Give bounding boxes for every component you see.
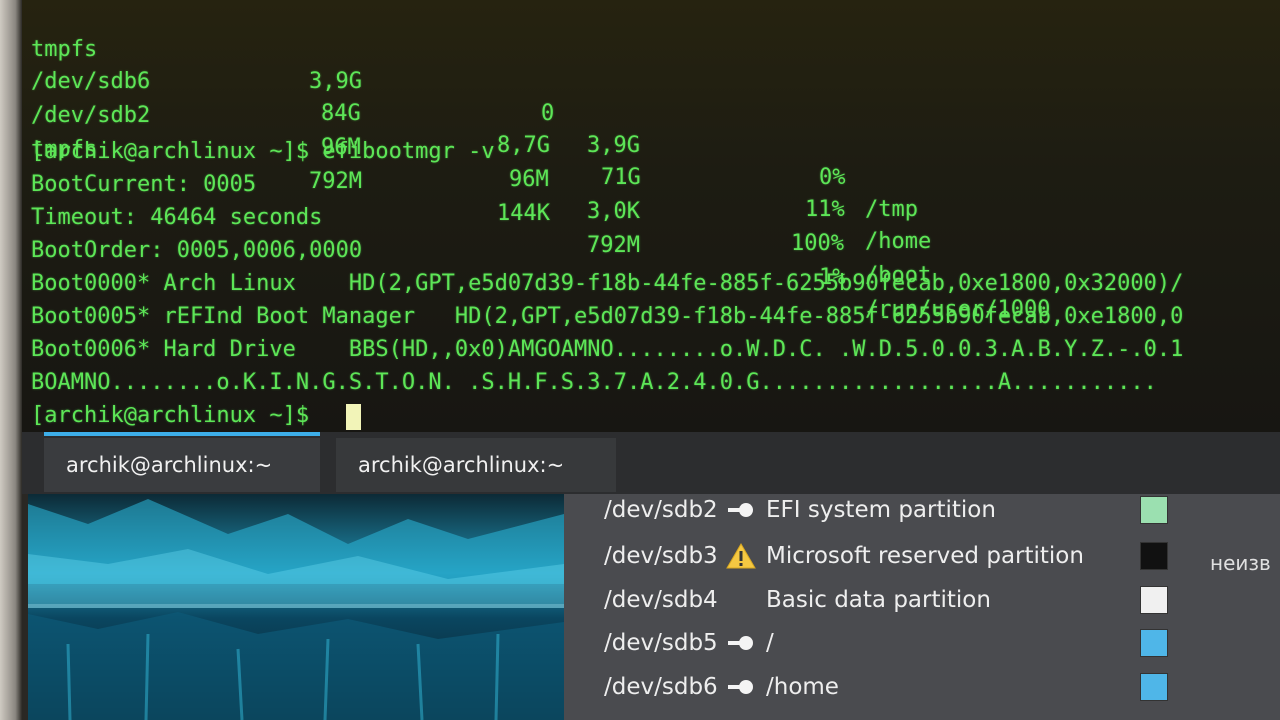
tab-archik-1[interactable]: archik@archlinux:~ (44, 438, 320, 492)
partition-label: Basic data partition (766, 587, 991, 613)
df-used: 0 (541, 101, 555, 126)
partition-color-swatch (1140, 586, 1168, 614)
partition-label: Microsoft reserved partition (766, 543, 1084, 569)
partition-label: /home (766, 674, 839, 700)
partition-row[interactable]: /dev/sdb5 / (564, 623, 1280, 663)
partition-label: / (766, 630, 774, 656)
partition-status-text: неизв (1210, 551, 1271, 575)
key-icon (726, 673, 756, 701)
monitor-bezel (0, 0, 22, 720)
output-line: BOAMNO........o.K.I.N.G.S.T.O.N. .S.H.F.… (31, 370, 1157, 395)
output-line: Timeout: 46464 seconds (31, 205, 323, 230)
df-used: 144K (497, 201, 550, 226)
key-icon (726, 629, 756, 657)
partition-device: /dev/sdb6 (604, 674, 718, 700)
terminal-output[interactable]: tmpfs 3,9G 0 3,9G 0% /tmp /dev/sdb6 84G … (22, 0, 1280, 432)
df-size: 792M (309, 169, 362, 194)
partition-device: /dev/sdb5 (604, 630, 718, 656)
partition-device: /dev/sdb3 (604, 543, 718, 569)
partition-color-swatch (1140, 542, 1168, 570)
df-use: 11% (805, 197, 845, 222)
partition-row[interactable]: /dev/sdb6 /home (564, 667, 1280, 707)
warning-icon (726, 542, 756, 570)
df-used: 8,7G (497, 133, 550, 158)
df-used: 96M (509, 167, 549, 192)
partition-device: /dev/sdb4 (604, 587, 718, 613)
df-avail: 792M (587, 233, 640, 258)
output-line: Boot0006* Hard Drive BBS(HD,,0x0)AMGOAMN… (31, 337, 1184, 362)
tab-archik-2[interactable]: archik@archlinux:~ (336, 438, 616, 492)
partition-color-swatch (1140, 673, 1168, 701)
terminal-tab-bar: archik@archlinux:~ archik@archlinux:~ (22, 432, 1280, 494)
command-line: [archik@archlinux ~]$ efibootmgr -v (31, 139, 495, 164)
output-line: Boot0000* Arch Linux HD(2,GPT,e5d07d39-f… (31, 271, 1184, 296)
partition-row[interactable]: /dev/sdb2 EFI system partition (564, 494, 1280, 530)
partition-manager-panel: /dev/sdb2 EFI system partition /dev/sdb3… (564, 494, 1280, 720)
df-mount: /home (865, 229, 932, 254)
active-tab-indicator (44, 432, 320, 436)
text-cursor (346, 404, 361, 430)
df-avail: 3,9G (587, 133, 640, 158)
output-line: Boot0005* rEFInd Boot Manager HD(2,GPT,e… (31, 304, 1184, 329)
df-use: 100% (791, 231, 844, 256)
df-mount: /tmp (865, 197, 918, 222)
output-line: BootCurrent: 0005 (31, 172, 257, 197)
df-size: 3,9G (309, 69, 362, 94)
desktop-wallpaper (28, 494, 564, 720)
df-avail: 71G (601, 165, 641, 190)
prompt-line[interactable]: [archik@archlinux ~]$ (31, 400, 322, 432)
df-use: 0% (819, 165, 846, 190)
df-row: /dev/sdb2 96M 96M 3,0K 100% /boot (31, 68, 931, 288)
output-line: BootOrder: 0005,0006,0000 (31, 238, 363, 263)
df-size: 84G (321, 101, 361, 126)
df-row: tmpfs 792M 144K 792M 1% /run/user/1000 (31, 102, 1050, 322)
partition-label: EFI system partition (766, 497, 996, 523)
df-avail: 3,0K (587, 199, 640, 224)
df-row: tmpfs 3,9G 0 3,9G 0% /tmp (31, 2, 918, 222)
df-row: /dev/sdb6 84G 8,7G 71G 11% /home (31, 34, 931, 254)
key-icon (726, 496, 756, 524)
partition-row[interactable]: /dev/sdb4 Basic data partition (564, 580, 1280, 620)
partition-color-swatch (1140, 629, 1168, 657)
partition-device: /dev/sdb2 (604, 497, 718, 523)
wallpaper-image (28, 494, 564, 720)
partition-row[interactable]: /dev/sdb3 Microsoft reserved partition (564, 536, 1280, 576)
partition-color-swatch (1140, 496, 1168, 524)
